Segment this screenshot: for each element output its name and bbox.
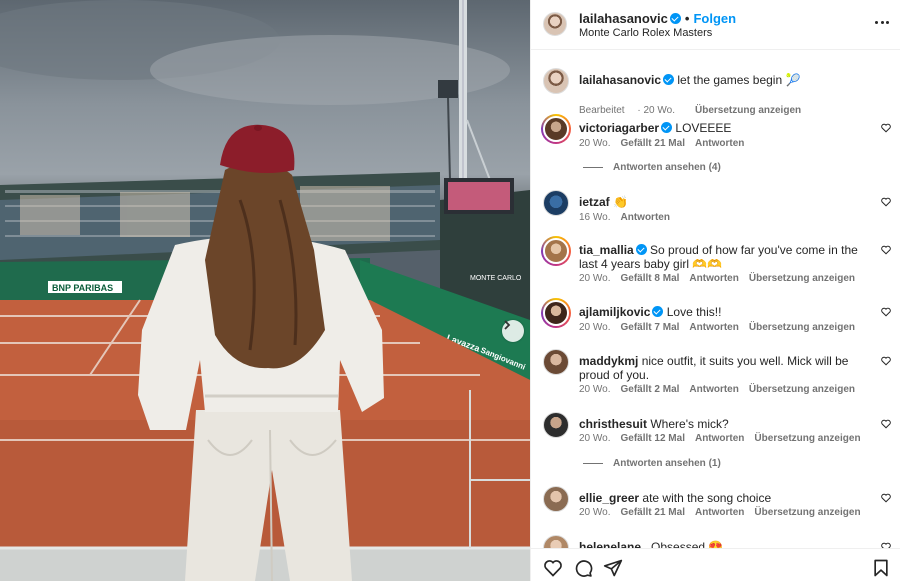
comment-username[interactable]: tia_mallia (579, 243, 634, 257)
avatar[interactable] (543, 535, 569, 548)
comment-username[interactable]: ietzaf (579, 195, 610, 209)
caption-text: let the games begin 🎾 (677, 73, 801, 87)
reply-button[interactable]: Antworten (689, 322, 738, 333)
verified-badge-icon (661, 122, 673, 133)
verified-badge-icon (669, 13, 681, 24)
story-ring[interactable] (541, 236, 571, 266)
like-comment-icon[interactable] (881, 245, 891, 255)
post-side-panel: lailahasanovic • Folgen Monte Carlo Rolex … (530, 0, 900, 581)
comment-text: Where's mick? (650, 417, 729, 431)
avatar[interactable] (543, 190, 569, 216)
reply-button[interactable]: Antworten (695, 138, 744, 149)
comment-text: ate with the song choice (642, 491, 772, 505)
translate-button[interactable]: Übersetzung anzeigen (749, 322, 855, 333)
sign-monte-carlo: MONTE CARLO (470, 275, 522, 282)
comment-username[interactable]: christhesuit (579, 417, 647, 431)
reply-button[interactable]: Antworten (689, 273, 738, 284)
comment-icon[interactable] (573, 558, 593, 578)
like-icon[interactable] (543, 558, 563, 578)
comment-text: Love this!! (666, 305, 722, 319)
follow-button[interactable]: Folgen (693, 11, 736, 26)
like-comment-icon[interactable] (881, 123, 891, 133)
chevron-right-icon (504, 320, 511, 330)
view-replies-button[interactable]: Antworten ansehen (4) (583, 162, 721, 173)
reply-button[interactable]: Antworten (695, 433, 744, 444)
comment-username[interactable]: maddykmj (579, 354, 638, 368)
like-comment-icon[interactable] (881, 356, 891, 366)
comment-username[interactable]: ajlamiljkovic (579, 305, 650, 319)
caption-edited: Bearbeitet · 20 Wo. (579, 105, 675, 116)
like-comment-icon[interactable] (881, 419, 891, 429)
avatar[interactable] (543, 349, 569, 375)
like-comment-icon[interactable] (881, 197, 891, 207)
post-username[interactable]: lailahasanovic (579, 11, 668, 26)
comment-age: 16 Wo. (579, 212, 611, 223)
comment-username[interactable]: ellie_greer (579, 491, 639, 505)
comment-text: LOVEEEE (675, 121, 732, 135)
verified-badge-icon (652, 306, 664, 317)
avatar (543, 238, 569, 264)
translate-button[interactable]: Übersetzung anzeigen (695, 105, 801, 116)
share-icon[interactable] (603, 558, 623, 578)
avatar (543, 300, 569, 326)
post-header: lailahasanovic • Folgen Monte Carlo Rolex … (531, 0, 900, 50)
translate-button[interactable]: Übersetzung anzeigen (754, 433, 860, 444)
avatar[interactable] (543, 68, 569, 94)
comment-likes[interactable]: Gefällt 21 Mal (621, 507, 685, 518)
post-location[interactable]: Monte Carlo Rolex Masters (579, 27, 712, 39)
like-comment-icon[interactable] (881, 493, 891, 503)
comment-likes[interactable]: Gefällt 7 Mal (621, 322, 680, 333)
comment-username[interactable]: victoriagarber (579, 121, 659, 135)
comment-text: 👏 (613, 195, 628, 209)
tennis-court-scene: BNP PARIBAS Lavazza Sangiovanni MONTE CA… (0, 0, 530, 581)
comment-age: 20 Wo. (579, 273, 611, 284)
comment-age: 20 Wo. (579, 322, 611, 333)
caption-username[interactable]: lailahasanovic (579, 73, 661, 87)
comment-username[interactable]: helenelane_ (579, 540, 648, 548)
verified-badge-icon (663, 74, 675, 85)
translate-button[interactable]: Übersetzung anzeigen (749, 273, 855, 284)
sign-bnp: BNP PARIBAS (52, 283, 113, 293)
post-actions-bar (531, 548, 900, 581)
translate-button[interactable]: Übersetzung anzeigen (754, 507, 860, 518)
verified-badge-icon (635, 244, 647, 255)
comment-age: 20 Wo. (579, 384, 611, 395)
comment-likes[interactable]: Gefällt 12 Mal (621, 433, 685, 444)
comment-age: 20 Wo. (579, 507, 611, 518)
comments-list[interactable]: lailahasanovic let the games begin 🎾 Bea… (531, 50, 900, 548)
comment-likes[interactable]: Gefällt 21 Mal (621, 138, 685, 149)
comment-likes[interactable]: Gefällt 2 Mal (621, 384, 680, 395)
story-ring[interactable] (541, 114, 571, 144)
comment-likes[interactable]: Gefällt 8 Mal (621, 273, 680, 284)
separator-dot: • (684, 11, 690, 26)
avatar[interactable] (543, 412, 569, 438)
story-ring[interactable] (541, 298, 571, 328)
translate-button[interactable]: Übersetzung anzeigen (749, 384, 855, 395)
avatar (543, 116, 569, 142)
more-options-icon[interactable] (875, 14, 889, 30)
view-replies-button[interactable]: Antworten ansehen (1) (583, 458, 721, 469)
avatar[interactable] (543, 486, 569, 512)
comment-age: 20 Wo. (579, 138, 611, 149)
avatar[interactable] (543, 12, 567, 36)
post-photo[interactable]: BNP PARIBAS Lavazza Sangiovanni MONTE CA… (0, 0, 530, 581)
like-comment-icon[interactable] (881, 307, 891, 317)
comment-age: 20 Wo. (579, 433, 611, 444)
comment-text: Obsessed 😍 (651, 540, 724, 548)
next-image-button[interactable] (502, 320, 524, 342)
reply-button[interactable]: Antworten (689, 384, 738, 395)
reply-button[interactable]: Antworten (695, 507, 744, 518)
save-icon[interactable] (871, 558, 891, 578)
reply-button[interactable]: Antworten (621, 212, 670, 223)
